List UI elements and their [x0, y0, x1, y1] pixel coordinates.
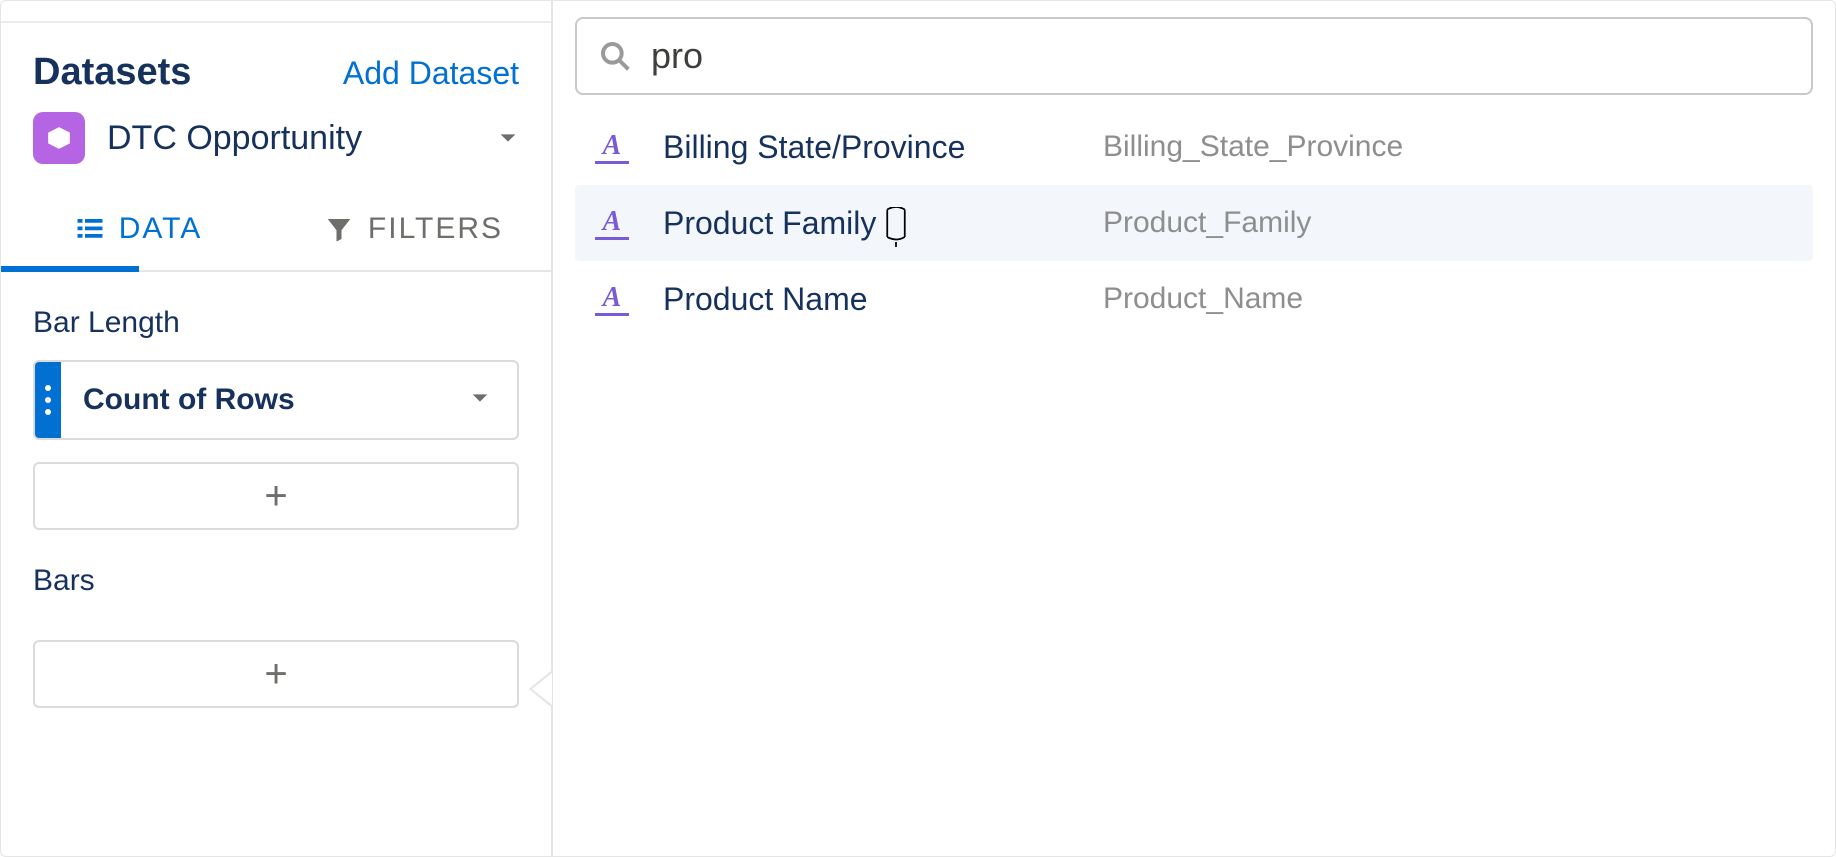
result-row[interactable]: A Product FamilyProduct_Family — [575, 185, 1813, 261]
filter-icon — [324, 214, 354, 244]
add-bars-button[interactable]: + — [33, 640, 519, 708]
plus-icon: + — [264, 652, 287, 697]
text-type-icon: A — [595, 206, 629, 240]
result-api-name: Product_Name — [1103, 282, 1303, 316]
chevron-down-icon — [469, 387, 491, 409]
result-api-name: Billing_State_Province — [1103, 130, 1403, 164]
tab-filters[interactable]: FILTERS — [276, 190, 551, 270]
datasets-title: Datasets — [33, 51, 191, 94]
result-api-name: Product_Family — [1103, 206, 1311, 240]
tab-data[interactable]: DATA — [1, 190, 276, 270]
search-icon — [599, 40, 631, 72]
dataset-name: DTC Opportunity — [107, 119, 475, 158]
result-label: Billing State/Province — [663, 129, 1103, 166]
flyout-notch-inner — [532, 673, 552, 705]
search-input[interactable] — [651, 35, 1789, 77]
dataset-selector[interactable]: DTC Opportunity — [1, 112, 551, 190]
field-picker-panel: A Billing State/ProvinceBilling_State_Pro… — [553, 1, 1835, 856]
plus-icon: + — [264, 474, 287, 519]
add-bar-length-button[interactable]: + — [33, 462, 519, 530]
result-row[interactable]: A Billing State/ProvinceBilling_State_Pro… — [575, 109, 1813, 185]
tab-data-label: DATA — [119, 212, 203, 246]
dataset-icon — [33, 112, 85, 164]
tab-filters-label: FILTERS — [368, 212, 503, 246]
bar-length-value: Count of Rows — [61, 383, 469, 417]
result-label: Product Name — [663, 281, 1103, 318]
list-icon — [75, 214, 105, 244]
sidebar-scroll: Datasets Add Dataset DTC Opportunity — [1, 23, 551, 708]
tabs: DATA FILTERS — [1, 190, 551, 272]
sidebar: Datasets Add Dataset DTC Opportunity — [1, 1, 553, 856]
section-bar-length-label: Bar Length — [1, 272, 551, 360]
text-type-icon: A — [595, 282, 629, 316]
drag-handle[interactable] — [35, 362, 61, 438]
bar-length-field[interactable]: Count of Rows — [33, 360, 519, 440]
chevron-down-icon[interactable] — [497, 127, 519, 149]
text-type-icon: A — [595, 130, 629, 164]
app-frame: Datasets Add Dataset DTC Opportunity — [0, 0, 1836, 857]
field-caret[interactable] — [469, 387, 517, 414]
result-label: Product Family — [663, 205, 1103, 242]
add-dataset-link[interactable]: Add Dataset — [343, 55, 519, 92]
section-bars-label: Bars — [1, 530, 551, 618]
search-results: A Billing State/ProvinceBilling_State_Pro… — [575, 109, 1813, 337]
datasets-header: Datasets Add Dataset — [1, 23, 551, 112]
hexagon-icon — [46, 125, 72, 151]
result-row[interactable]: A Product NameProduct_Name — [575, 261, 1813, 337]
search-field-wrap[interactable] — [575, 17, 1813, 95]
